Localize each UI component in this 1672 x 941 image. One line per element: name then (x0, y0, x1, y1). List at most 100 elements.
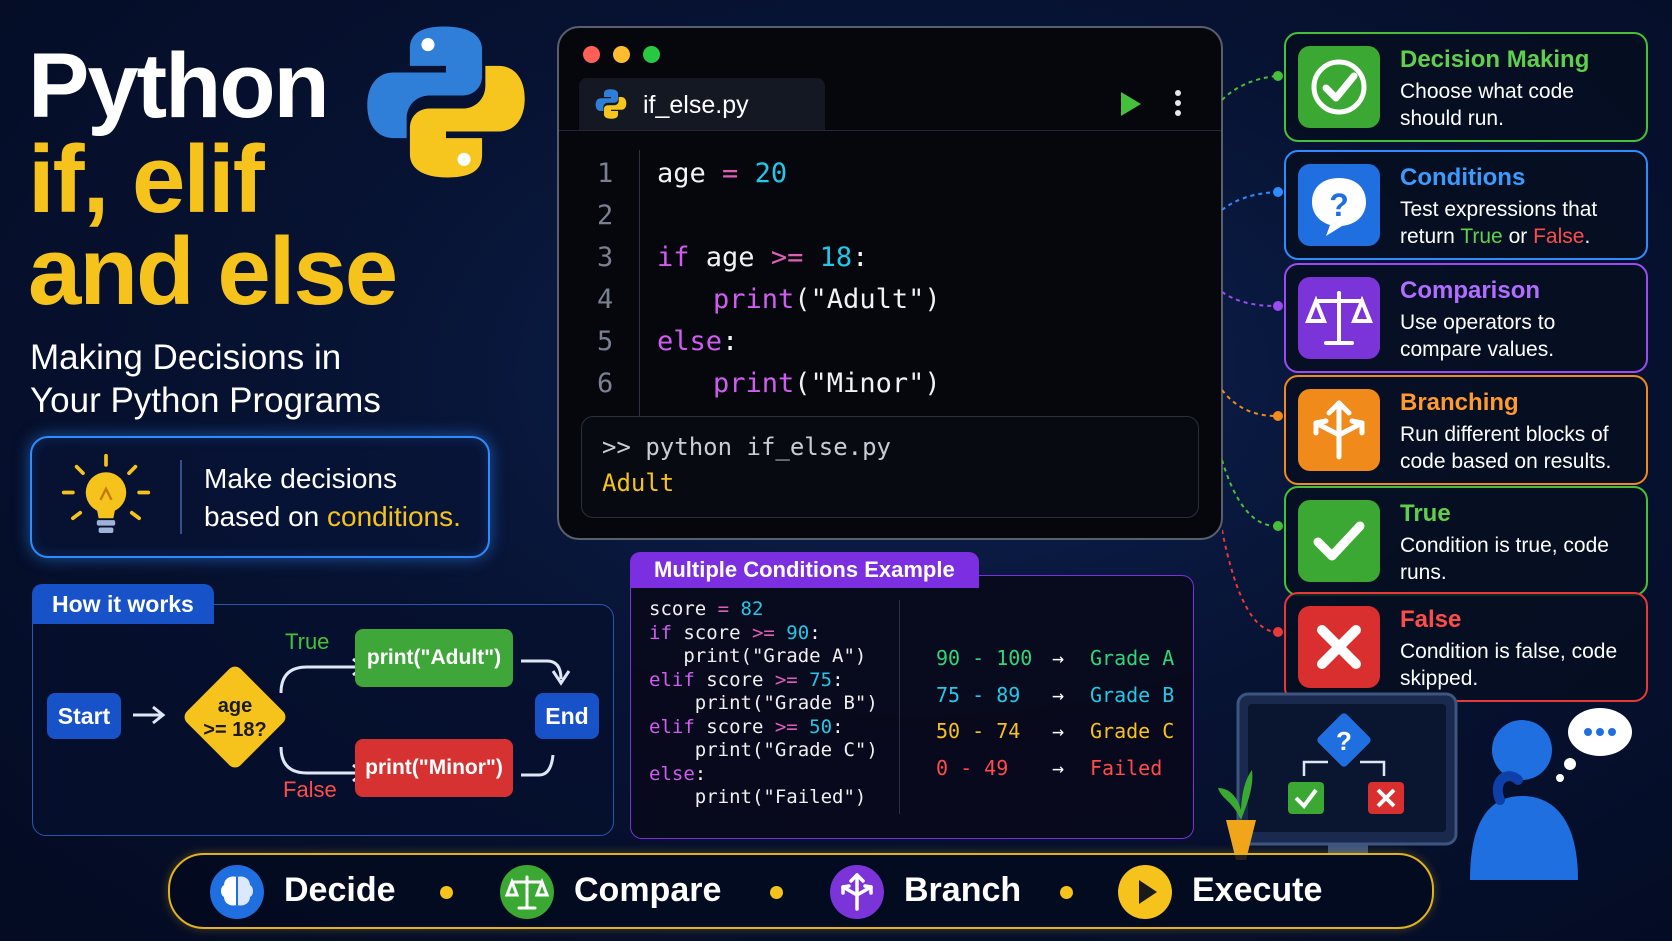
flow-start: Start (47, 693, 121, 739)
card-false: False Condition is false, code skipped. (1284, 592, 1648, 702)
code-line-5: else: (657, 326, 738, 357)
tab-divider (559, 130, 1221, 131)
grade-arrow: → (1052, 682, 1065, 707)
card-conditions: ? Conditions Test expressions that retur… (1284, 150, 1648, 260)
window-minimize-button[interactable] (613, 46, 630, 63)
line-number: 1 (597, 158, 614, 189)
code-token: ) (924, 368, 941, 399)
multi-code-line: print("Grade A") (649, 645, 866, 667)
bottom-dot (440, 886, 453, 899)
bottom-dot (1060, 886, 1073, 899)
multi-code-line: if score >= 90: (649, 622, 821, 644)
terminal-command: >> python if_else.py (602, 433, 891, 461)
line-gutter (639, 150, 640, 420)
title-python: Python (28, 35, 330, 137)
grade-row: 75 - 89 → Grade B (936, 683, 1174, 707)
code-line-1: age = 20 (657, 158, 787, 189)
tip-separator (180, 460, 182, 534)
code-token: print("Grade B") (649, 692, 878, 714)
line-number: 6 (597, 368, 614, 399)
more-options-icon[interactable] (1173, 88, 1183, 118)
card-desc: Run different blocks of code based on re… (1400, 423, 1612, 473)
brain-icon (210, 865, 264, 919)
code-token: else (649, 762, 695, 785)
card-branching: Branching Run different blocks of code b… (1284, 375, 1648, 485)
code-token: = (717, 598, 730, 620)
code-token: "Adult" (810, 284, 925, 315)
tab-if-else-py[interactable]: if_else.py (579, 78, 825, 130)
subtitle-line1: Making Decisions in (30, 338, 342, 377)
code-token: age (657, 158, 706, 189)
code-token: : (722, 326, 739, 357)
grade-arrow: → (1052, 755, 1065, 780)
card-title: Comparison (1400, 277, 1541, 304)
code-token: ( (794, 368, 811, 399)
terminal-panel[interactable]: >> python if_else.py Adult (581, 416, 1199, 518)
code-token: else (657, 326, 723, 357)
bottom-bar: Decide Compare Branch Execute (168, 853, 1434, 929)
false-label: False (283, 777, 337, 802)
grade-range: 0 - 49 (936, 755, 1009, 780)
code-token: print("Grade C") (649, 739, 878, 761)
window-close-button[interactable] (583, 46, 600, 63)
arrow-right-icon (133, 705, 166, 725)
tab-filename: if_else.py (643, 91, 749, 119)
true-label: True (285, 629, 330, 654)
code-token: elif (649, 668, 695, 691)
tip-box: Make decisions based on conditions. (30, 436, 490, 558)
title-if-elif: if, elif (28, 126, 265, 233)
grade-row: 90 - 100 → Grade A (936, 646, 1174, 670)
code-token: print("Grade A") (649, 645, 867, 667)
lightbulb-icon (61, 453, 151, 533)
multi-code-line: else: (649, 763, 706, 785)
code-token: 90 (774, 621, 810, 644)
tip-text-part1: Make decisions (204, 463, 397, 494)
card-decision-making: Decision Making Choose what code should … (1284, 32, 1648, 142)
grade-name: Grade B (1090, 682, 1175, 707)
code-editor-window: if_else.py 1 2 3 4 5 6 age = 20 if age >… (557, 26, 1223, 540)
true-action: print("Adult") (355, 629, 513, 687)
line-number: 4 (597, 284, 614, 315)
code-token: if (657, 242, 690, 273)
subtitle-line2: Your Python Programs (30, 381, 381, 420)
multi-code-line: print("Grade B") (649, 692, 878, 714)
play-icon (1118, 865, 1172, 919)
code-token: >= (770, 242, 804, 273)
svg-text:?: ? (1336, 726, 1352, 756)
tip-text-highlight: conditions. (327, 501, 461, 532)
bottom-decide: Decide (284, 871, 396, 909)
grade-name: Grade A (1090, 646, 1175, 670)
check-icon (1298, 500, 1380, 582)
bottom-dot (770, 886, 783, 899)
how-it-works-panel: Start age >= 18? True False print("Adult… (32, 604, 614, 836)
multi-code-line: score = 82 (649, 598, 763, 620)
code-token: 75 (797, 668, 833, 691)
x-icon (1298, 606, 1380, 688)
grade-name: Grade C (1090, 719, 1175, 743)
run-button[interactable] (1117, 90, 1143, 118)
code-token: ( (794, 284, 811, 315)
code-token: print (713, 368, 795, 399)
title-and-else: and else (28, 218, 398, 325)
grade-range: 90 - 100 (936, 646, 1033, 670)
code-token: 50 (797, 715, 833, 738)
grade-row: 0 - 49 → Failed (936, 756, 1162, 780)
window-maximize-button[interactable] (643, 46, 660, 63)
code-token: score (694, 668, 775, 691)
how-it-works-header: How it works (32, 584, 214, 624)
grade-range: 50 - 74 (936, 719, 1021, 743)
flow-end: End (535, 693, 599, 739)
scales-icon (500, 865, 554, 919)
code-token: score (649, 598, 718, 620)
code-token: : (809, 621, 821, 644)
code-token: : (832, 668, 844, 691)
card-comparison: Comparison Use operators to compare valu… (1284, 263, 1648, 373)
card-title: Decision Making (1400, 46, 1590, 73)
code-token: : (852, 242, 869, 273)
line-number: 3 (597, 242, 614, 273)
code-token: ) (924, 284, 941, 315)
grade-range: 75 - 89 (936, 682, 1021, 707)
card-desc: Use operators to compare values. (1400, 311, 1556, 361)
terminal-output: Adult (602, 469, 675, 497)
card-desc: Condition is true, code runs. (1400, 534, 1609, 584)
